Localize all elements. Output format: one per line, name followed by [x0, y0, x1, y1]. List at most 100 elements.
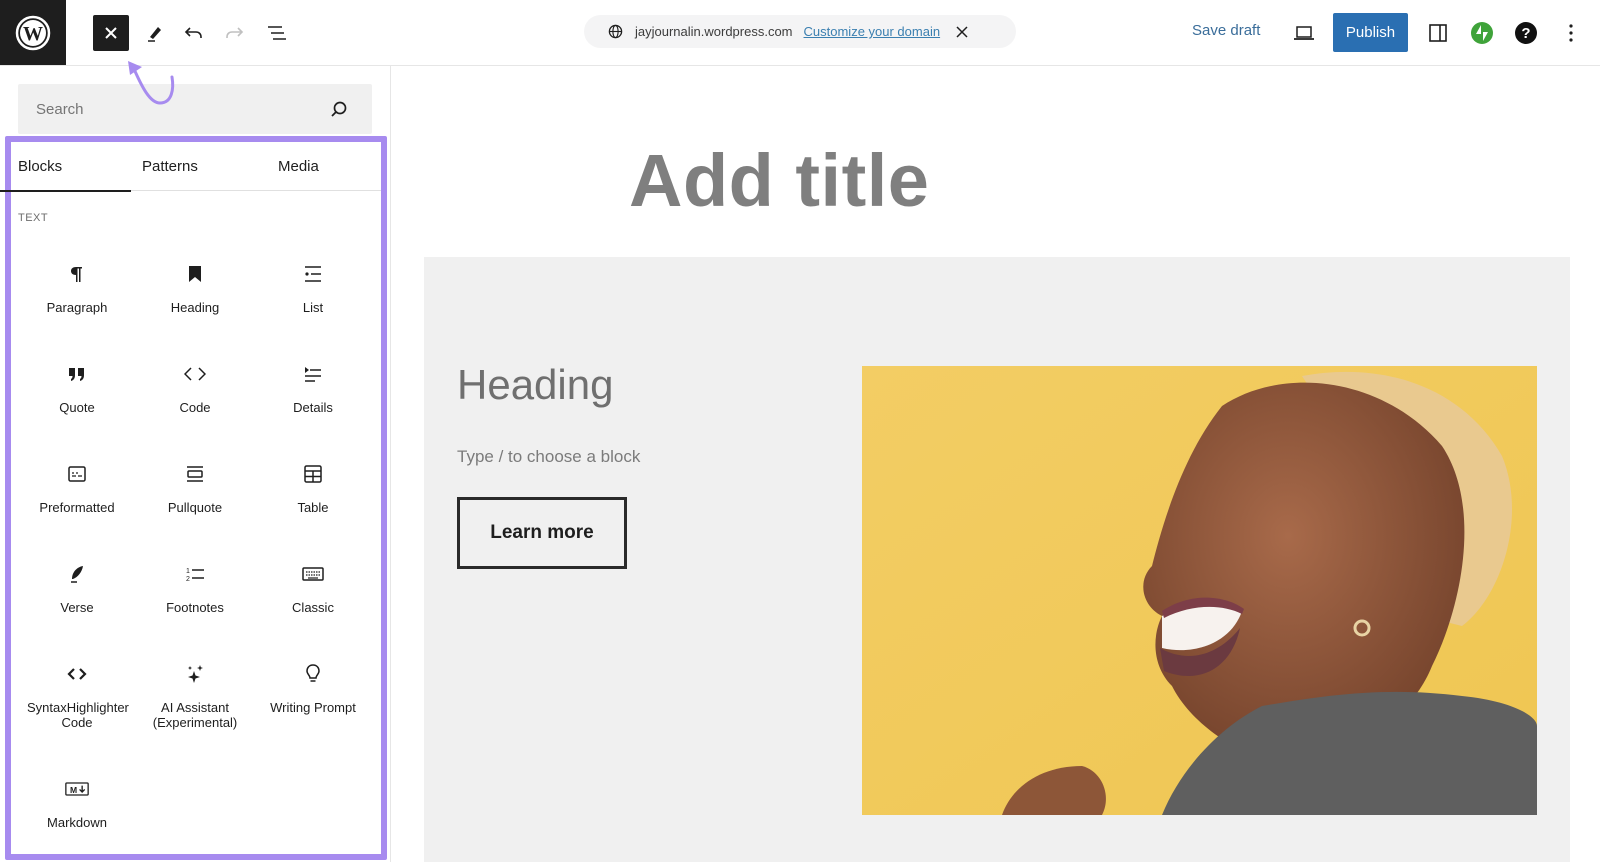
inserter-tabs: Blocks Patterns Media	[0, 142, 381, 192]
block-footnotes[interactable]: 12 Footnotes	[136, 550, 254, 646]
close-icon	[105, 27, 117, 39]
tab-media[interactable]: Media	[261, 142, 381, 191]
more-vertical-icon	[1569, 24, 1573, 42]
svg-text:M: M	[70, 785, 77, 795]
customize-domain-link[interactable]: Customize your domain	[804, 24, 941, 39]
block-pullquote[interactable]: Pullquote	[136, 450, 254, 546]
save-draft-button[interactable]: Save draft	[1192, 22, 1260, 39]
domain-bar: jayjournalin.wordpress.com Customize you…	[584, 15, 1016, 48]
syntax-code-icon	[65, 662, 89, 686]
block-paragraph[interactable]: Paragraph	[18, 250, 136, 346]
jetpack-bolt-icon	[1471, 22, 1493, 44]
block-ai-assistant[interactable]: AI Assistant (Experimental)	[136, 650, 254, 762]
settings-sidebar-button[interactable]	[1420, 15, 1456, 51]
block-list[interactable]: List	[254, 250, 372, 346]
tab-blocks[interactable]: Blocks	[0, 142, 131, 192]
tab-label: Patterns	[142, 158, 198, 175]
block-label: Footnotes	[166, 600, 224, 615]
tools-button[interactable]	[137, 15, 173, 51]
preview-button[interactable]	[1286, 15, 1322, 51]
svg-text:1: 1	[186, 568, 190, 575]
close-icon	[956, 25, 968, 38]
wordpress-logo-button[interactable]: W	[0, 0, 66, 65]
cover-image[interactable]	[862, 366, 1537, 815]
block-label: Code	[179, 400, 211, 415]
bookmark-icon	[183, 262, 207, 286]
block-markdown[interactable]: M Markdown	[18, 765, 136, 861]
paragraph-icon	[65, 262, 89, 286]
learn-more-button[interactable]: Learn more	[457, 497, 627, 569]
editor-canvas: Add title Heading Type / to choose a blo…	[391, 66, 1600, 862]
block-syntaxhighlighter-code[interactable]: SyntaxHighlighter Code	[18, 650, 136, 762]
block-label: Quote	[59, 400, 95, 415]
block-label: AI Assistant (Experimental)	[152, 700, 238, 730]
sparkles-icon	[183, 662, 207, 686]
category-label-text: TEXT	[18, 212, 49, 224]
search-placeholder: Search	[36, 100, 84, 118]
block-label: Verse	[60, 600, 94, 615]
keyboard-icon	[301, 562, 325, 586]
block-writing-prompt[interactable]: Writing Prompt	[254, 650, 372, 762]
code-icon	[183, 362, 207, 386]
block-search-input[interactable]: Search	[18, 84, 372, 134]
block-label: List	[302, 300, 324, 315]
search-icon	[330, 100, 348, 118]
preformatted-icon	[65, 462, 89, 486]
block-table[interactable]: Table	[254, 450, 372, 546]
pullquote-icon	[183, 462, 207, 486]
block-label: Details	[293, 400, 333, 415]
block-label: Pullquote	[167, 500, 223, 515]
redo-icon	[226, 27, 244, 38]
block-verse[interactable]: Verse	[18, 550, 136, 646]
footnotes-icon: 12	[183, 562, 207, 586]
pencil-icon	[148, 27, 161, 42]
undo-button[interactable]	[176, 15, 212, 51]
wordpress-icon: W	[15, 15, 51, 50]
block-label: Table	[297, 500, 329, 515]
publish-button[interactable]: Publish	[1333, 13, 1408, 52]
tab-label: Blocks	[18, 158, 63, 175]
block-heading[interactable]: Heading	[136, 250, 254, 346]
tab-label: Media	[278, 158, 319, 175]
redo-button[interactable]	[216, 15, 252, 51]
quill-icon	[65, 562, 89, 586]
block-preformatted[interactable]: Preformatted	[18, 450, 136, 546]
block-label: Markdown	[47, 815, 107, 830]
table-icon	[301, 462, 325, 486]
jetpack-button[interactable]	[1464, 15, 1500, 51]
document-overview-button[interactable]	[259, 15, 295, 51]
list-icon	[301, 262, 325, 286]
globe-icon	[608, 24, 623, 39]
options-menu-button[interactable]	[1553, 15, 1589, 51]
editor-top-bar: W jayjournalin.wordpress.com Customize y…	[0, 0, 1600, 66]
quote-icon	[65, 362, 89, 386]
block-label: Heading	[170, 300, 220, 315]
close-inserter-button[interactable]	[93, 15, 129, 51]
cover-block[interactable]: Heading Type / to choose a block Learn m…	[424, 257, 1570, 862]
lightbulb-icon	[301, 662, 325, 686]
help-icon: ?	[1515, 22, 1537, 44]
svg-text:?: ?	[1521, 25, 1530, 42]
paragraph-placeholder[interactable]: Type / to choose a block	[457, 447, 640, 467]
details-icon	[301, 362, 325, 386]
sidebar-toggle-icon	[1429, 24, 1447, 42]
block-label: Preformatted	[39, 500, 115, 515]
block-classic[interactable]: Classic	[254, 550, 372, 646]
block-label: Writing Prompt	[270, 700, 356, 715]
cover-heading[interactable]: Heading	[457, 361, 613, 409]
tab-patterns[interactable]: Patterns	[131, 142, 261, 191]
post-title-input[interactable]: Add title	[629, 138, 929, 223]
help-button[interactable]: ?	[1508, 15, 1544, 51]
markdown-icon: M	[65, 777, 89, 801]
block-label: Classic	[292, 600, 334, 615]
block-details[interactable]: Details	[254, 350, 372, 446]
block-quote[interactable]: Quote	[18, 350, 136, 446]
site-domain: jayjournalin.wordpress.com	[635, 24, 793, 39]
svg-text:2: 2	[186, 576, 190, 583]
block-label: SyntaxHighlighter Code	[27, 700, 129, 730]
laptop-icon	[1294, 26, 1314, 40]
portrait-photo-icon	[862, 366, 1537, 815]
block-code[interactable]: Code	[136, 350, 254, 446]
annotation-arrow-icon	[128, 61, 175, 105]
dismiss-domain-button[interactable]	[956, 25, 968, 38]
